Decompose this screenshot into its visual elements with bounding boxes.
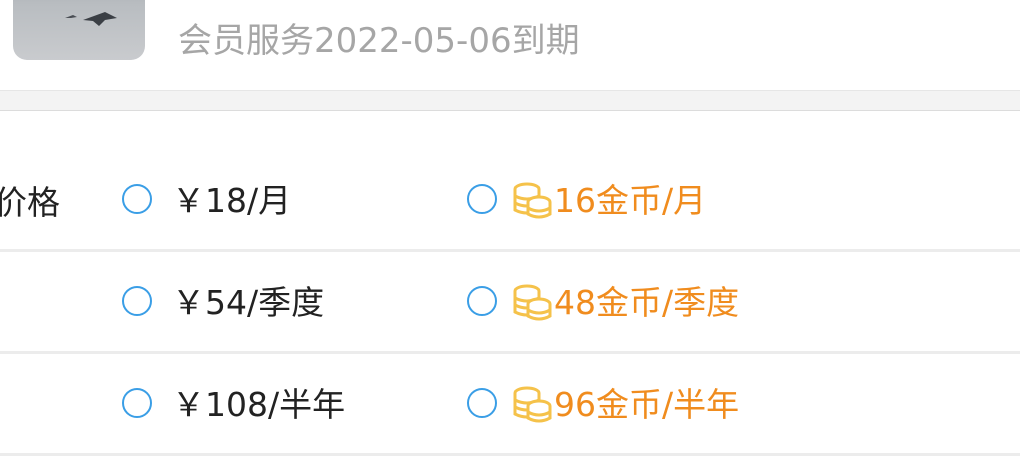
membership-page: 会员服务2022-05-06到期 价格 ￥18/月 16金币/月 ￥54/季度 … xyxy=(0,0,1020,465)
aircraft-photo xyxy=(65,12,117,26)
coin-stack-icon xyxy=(513,284,552,321)
radio-coin-monthly[interactable] xyxy=(467,184,497,214)
coin-stack-icon xyxy=(513,386,552,423)
coin-price-text: 16金币/月 xyxy=(554,181,707,220)
section-divider xyxy=(0,90,1020,111)
avatar xyxy=(13,0,145,60)
radio-rmb-halfyear[interactable] xyxy=(122,388,152,418)
coin-price-text: 96金币/半年 xyxy=(554,385,740,424)
row-divider xyxy=(0,453,1020,456)
radio-coin-halfyear[interactable] xyxy=(467,388,497,418)
coin-price-halfyear[interactable]: 96金币/半年 xyxy=(513,383,739,427)
radio-rmb-monthly[interactable] xyxy=(122,184,152,214)
coin-price-quarterly[interactable]: 48金币/季度 xyxy=(513,281,739,325)
price-section: 价格 ￥18/月 16金币/月 ￥54/季度 48金币/季度 ￥108/半年 9… xyxy=(0,111,1020,465)
coin-price-monthly[interactable]: 16金币/月 xyxy=(513,179,706,223)
rmb-price-quarterly[interactable]: ￥54/季度 xyxy=(172,281,324,325)
price-row-monthly: ￥18/月 16金币/月 xyxy=(0,150,1020,252)
radio-coin-quarterly[interactable] xyxy=(467,286,497,316)
radio-rmb-quarterly[interactable] xyxy=(122,286,152,316)
price-row-halfyear: ￥108/半年 96金币/半年 xyxy=(0,354,1020,456)
coin-price-text: 48金币/季度 xyxy=(554,283,740,322)
member-header: 会员服务2022-05-06到期 xyxy=(0,0,1020,90)
coin-stack-icon xyxy=(513,182,552,219)
rmb-price-monthly[interactable]: ￥18/月 xyxy=(172,179,291,223)
membership-expire-text: 会员服务2022-05-06到期 xyxy=(178,21,580,61)
rmb-price-halfyear[interactable]: ￥108/半年 xyxy=(172,383,345,427)
price-row-quarterly: ￥54/季度 48金币/季度 xyxy=(0,252,1020,354)
